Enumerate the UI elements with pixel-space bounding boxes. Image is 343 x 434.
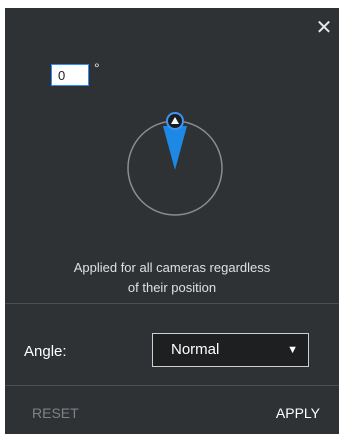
rotation-handle[interactable] [166,112,184,130]
apply-button[interactable]: APPLY [276,405,320,421]
divider [5,385,339,386]
chevron-down-icon: ▼ [287,344,298,356]
camera-rotation-panel: ✕ ° Applied for all cameras regardless o… [5,8,339,434]
direction-arrow-icon [163,126,187,170]
angle-label: Angle: [24,343,67,360]
angle-select[interactable]: Normal ▼ [152,333,309,367]
rotation-dial[interactable] [120,108,230,218]
reset-button[interactable]: RESET [32,405,79,421]
close-icon[interactable]: ✕ [314,18,334,38]
degree-symbol: ° [94,60,100,76]
info-line-2: of their position [127,280,217,295]
angle-select-value: Normal [171,341,220,358]
angle-input-group: ° [51,60,100,86]
info-line-1: Applied for all cameras regardless [73,260,271,275]
divider [5,303,339,304]
info-text: Applied for all cameras regardless of th… [5,258,339,298]
angle-input[interactable] [51,64,89,86]
